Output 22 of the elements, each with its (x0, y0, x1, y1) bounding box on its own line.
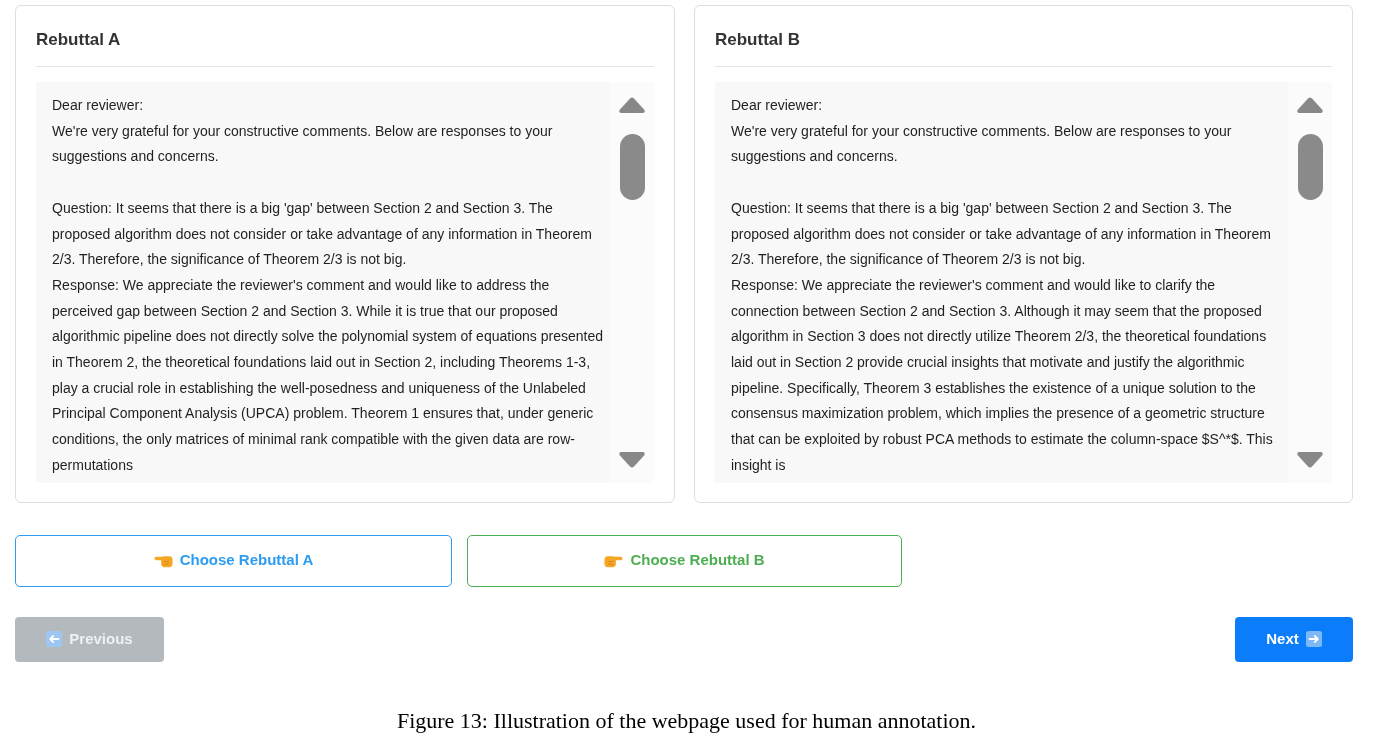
salutation-text: Dear reviewer: (731, 96, 824, 115)
scroll-up-icon[interactable] (618, 96, 646, 114)
pointing-hand-icon (153, 553, 173, 569)
response-paragraph: Response: We appreciate the reviewer's comment and would like to clarify the connection between Section 2 and Section 3. Although it may seem that the proposed algorithm in Section 3 does not directly utilize Theorem 2/3, the theoretical foundations laid out in Section 2 provide crucial insights that motivate and justify the algorithmic pipeline. Specifically, Theorem 3 establishes the existence of a unique solution to the consensus maximization problem, which implies the presence of a geometric structure that can be exploited by robust PCA methods to estimate the column-space $S^*$. This insight is (731, 275, 1274, 475)
panel-title: Rebuttal A (36, 29, 122, 51)
choose-rebuttal-button[interactable]: Choose Rebuttal B (467, 534, 902, 587)
scroll-down-icon[interactable] (1296, 450, 1324, 469)
question-paragraph: Question: It seems that there is a big 'gap' between Section 2 and Section 3. The proposed algorithm does not consider or take advantage of any information in Theorem 2/3. Therefore, the significance of Theorem 2/3 is not big. (731, 198, 1272, 270)
scroll-down-icon[interactable] (618, 450, 646, 469)
question-paragraph: Question: It seems that there is a big 'gap' between Section 2 and Section 3. The proposed algorithm does not consider or take advantage of any information in Theorem 2/3. Therefore, the significance of Theorem 2/3 is not big. (52, 198, 593, 270)
scrollbar-thumb[interactable] (619, 134, 645, 200)
figure-caption: Figure 13: Illustration of the webpage used for human annotation. (396, 706, 977, 734)
opening-paragraph: We're very grateful for your constructive comments. Below are responses to your suggestions and concerns. (52, 121, 554, 167)
pointing-hand-icon (604, 553, 624, 569)
opening-paragraph: We're very grateful for your constructive comments. Below are responses to your suggestions and concerns. (731, 121, 1233, 167)
response-paragraph: Response: We appreciate the reviewer's comment and would like to address the perceived gap between Section 2 and Section 3. While it is true that our proposed algorithmic pipeline does not directly solve the polynomial system of equations presented in Theorem 2, the theoretical foundations laid out in Section 2, including Theorems 1-3, play a crucial role in establishing the well-posedness and uniqueness of the Unlabeled Principal Component Analysis (UPCA) problem. Theorem 1 ensures that, under generic conditions, the only matrices of minimal rank compatible with the given data are row-permutations (52, 275, 604, 475)
panel-title: Rebuttal B (715, 29, 801, 51)
scrollbar-thumb[interactable] (1297, 134, 1323, 200)
choose-rebuttal-button[interactable]: Choose Rebuttal A (15, 534, 452, 587)
scroll-up-icon[interactable] (1296, 96, 1324, 114)
salutation-text: Dear reviewer: (52, 96, 145, 115)
next-button[interactable]: Next (1235, 616, 1353, 662)
